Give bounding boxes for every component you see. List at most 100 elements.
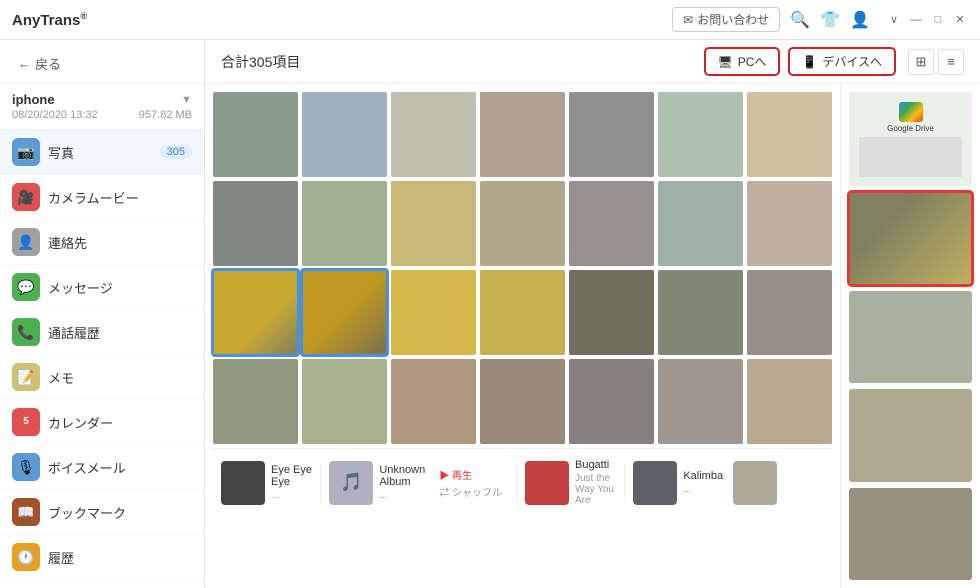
music-title-3: Bugatti	[575, 459, 616, 471]
photo-cell[interactable]	[302, 181, 387, 266]
photo-grid-scrollable[interactable]: Eye Eye Eye ... 🎵 Unknown Album ... ▶ 再	[205, 84, 840, 588]
close-icon[interactable]: ✕	[952, 12, 968, 28]
sidebar-item-contacts[interactable]: 👤 連絡先	[0, 220, 204, 265]
sidebar-item-camera[interactable]: 🎥 カメラムービー	[0, 175, 204, 220]
music-item-4[interactable]: Kalimba ...	[633, 461, 724, 505]
windowed-icon[interactable]: —	[908, 12, 924, 28]
device-button[interactable]: 📱 デバイスへ	[788, 47, 896, 76]
back-arrow-icon: ←	[18, 56, 31, 71]
photo-cell[interactable]	[391, 92, 476, 177]
shirt-icon[interactable]: 👕	[820, 10, 840, 30]
right-thumb-5[interactable]	[849, 488, 972, 580]
photo-cell[interactable]	[658, 270, 743, 355]
device-date: 08/20/2020 13:32	[12, 109, 98, 121]
music-divider-3	[624, 463, 625, 503]
photo-cell[interactable]	[302, 92, 387, 177]
content-title: 合計305項目	[221, 52, 300, 72]
chevron-down-icon[interactable]: ▼	[181, 94, 192, 106]
photo-cell[interactable]	[213, 181, 298, 266]
gdrive-preview	[859, 137, 963, 177]
app-title: AnyTrans®	[12, 11, 87, 29]
music-item-5[interactable]	[733, 461, 824, 505]
sidebar-item-bookmarks[interactable]: 📖 ブックマーク	[0, 490, 204, 535]
menu-label-contacts: 連絡先	[48, 233, 192, 252]
music-info-1: Eye Eye Eye ...	[271, 464, 312, 501]
sidebar-menu: 📷 写真 305 🎥 カメラムービー 👤 連絡先 💬 メッセージ 📞	[0, 130, 204, 588]
contact-button[interactable]: ✉ お問い合わせ	[672, 7, 780, 32]
content-header: 合計305項目 🖥 PCへ 📱 デバイスへ ⊞ ≡	[205, 40, 980, 84]
photo-cell[interactable]	[658, 181, 743, 266]
photo-cell[interactable]	[391, 181, 476, 266]
header-actions: 🖥 PCへ 📱 デバイスへ ⊞ ≡	[704, 47, 965, 76]
photos-badge: 305	[160, 145, 192, 159]
photo-cell[interactable]	[658, 359, 743, 444]
sidebar-item-calendar[interactable]: 5 カレンダー	[0, 400, 204, 445]
title-bar: AnyTrans® ✉ お問い合わせ 🔍 👕 👤 ∨ — □ ✕	[0, 0, 980, 40]
photo-cell[interactable]	[569, 359, 654, 444]
photo-cell[interactable]	[480, 92, 565, 177]
photo-cell-selected-1[interactable]	[213, 270, 298, 355]
camera-icon: 🎥	[12, 183, 40, 211]
music-item-2[interactable]: 🎵 Unknown Album ...	[329, 461, 425, 505]
messages-icon: 💬	[12, 273, 40, 301]
right-thumb-selected[interactable]	[849, 192, 972, 284]
photo-row-3	[213, 270, 832, 355]
pc-icon: 🖥	[718, 55, 733, 69]
photo-cell[interactable]	[213, 92, 298, 177]
sidebar-item-photos[interactable]: 📷 写真 305	[0, 130, 204, 175]
title-bar-right: ✉ お問い合わせ 🔍 👕 👤 ∨ — □ ✕	[672, 7, 968, 32]
photo-cell[interactable]	[569, 92, 654, 177]
music-tags: ▶ 再生 ⇄ シャッフル	[439, 467, 502, 499]
sidebar-item-history[interactable]: 🕐 履歴	[0, 535, 204, 580]
music-row: Eye Eye Eye ... 🎵 Unknown Album ... ▶ 再	[213, 448, 832, 516]
music-info-2: Unknown Album ...	[379, 464, 425, 501]
search-icon[interactable]: 🔍	[790, 10, 810, 30]
photo-cell[interactable]	[569, 270, 654, 355]
menu-label-camera: カメラムービー	[48, 188, 192, 207]
pc-button[interactable]: 🖥 PCへ	[704, 47, 781, 76]
photo-cell[interactable]	[302, 359, 387, 444]
photo-cell[interactable]	[213, 359, 298, 444]
photo-row-1	[213, 92, 832, 177]
photo-row-4	[213, 359, 832, 444]
gdrive-logo	[899, 102, 923, 122]
photo-cell[interactable]	[480, 181, 565, 266]
right-thumb-4[interactable]	[849, 389, 972, 481]
right-thumb-gdrive[interactable]: Google Drive	[849, 92, 972, 186]
photo-cell[interactable]	[569, 181, 654, 266]
photo-cell[interactable]	[391, 359, 476, 444]
music-artist-2: ...	[379, 490, 425, 501]
photo-main: Eye Eye Eye ... 🎵 Unknown Album ... ▶ 再	[205, 84, 980, 588]
photo-cell[interactable]	[391, 270, 476, 355]
photo-cell[interactable]	[747, 359, 832, 444]
device-icon: 📱	[802, 55, 817, 69]
music-item-1[interactable]: Eye Eye Eye ...	[221, 461, 312, 505]
music-item-3[interactable]: Bugatti Just the Way You Are	[525, 459, 616, 506]
maximize-icon[interactable]: □	[930, 12, 946, 28]
calls-icon: 📞	[12, 318, 40, 346]
menu-label-history: 履歴	[48, 548, 192, 567]
photo-cell[interactable]	[747, 181, 832, 266]
photos-icon: 📷	[12, 138, 40, 166]
user-icon[interactable]: 👤	[850, 10, 870, 30]
sidebar-item-calls[interactable]: 📞 通話履歴	[0, 310, 204, 355]
list-view-button[interactable]: ≡	[938, 49, 964, 75]
photo-cell[interactable]	[747, 270, 832, 355]
sidebar-item-voicemail[interactable]: 🎙 ボイスメール	[0, 445, 204, 490]
right-thumb-3[interactable]	[849, 291, 972, 383]
photo-cell[interactable]	[480, 270, 565, 355]
sidebar-item-messages[interactable]: 💬 メッセージ	[0, 265, 204, 310]
play-tag: ▶ 再生	[439, 467, 472, 482]
photo-cell-selected-2[interactable]	[302, 270, 387, 355]
photo-cell[interactable]	[480, 359, 565, 444]
grid-view-button[interactable]: ⊞	[908, 49, 934, 75]
photo-cell[interactable]	[747, 92, 832, 177]
music-thumb-1	[221, 461, 265, 505]
menu-label-photos: 写真	[48, 143, 152, 162]
minimize-icon[interactable]: ∨	[886, 12, 902, 28]
sidebar-item-books[interactable]: 📚 ブック	[0, 580, 204, 588]
view-toggle: ⊞ ≡	[908, 49, 964, 75]
back-button[interactable]: ← 戻る	[12, 50, 192, 77]
photo-cell[interactable]	[658, 92, 743, 177]
sidebar-item-memo[interactable]: 📝 メモ	[0, 355, 204, 400]
